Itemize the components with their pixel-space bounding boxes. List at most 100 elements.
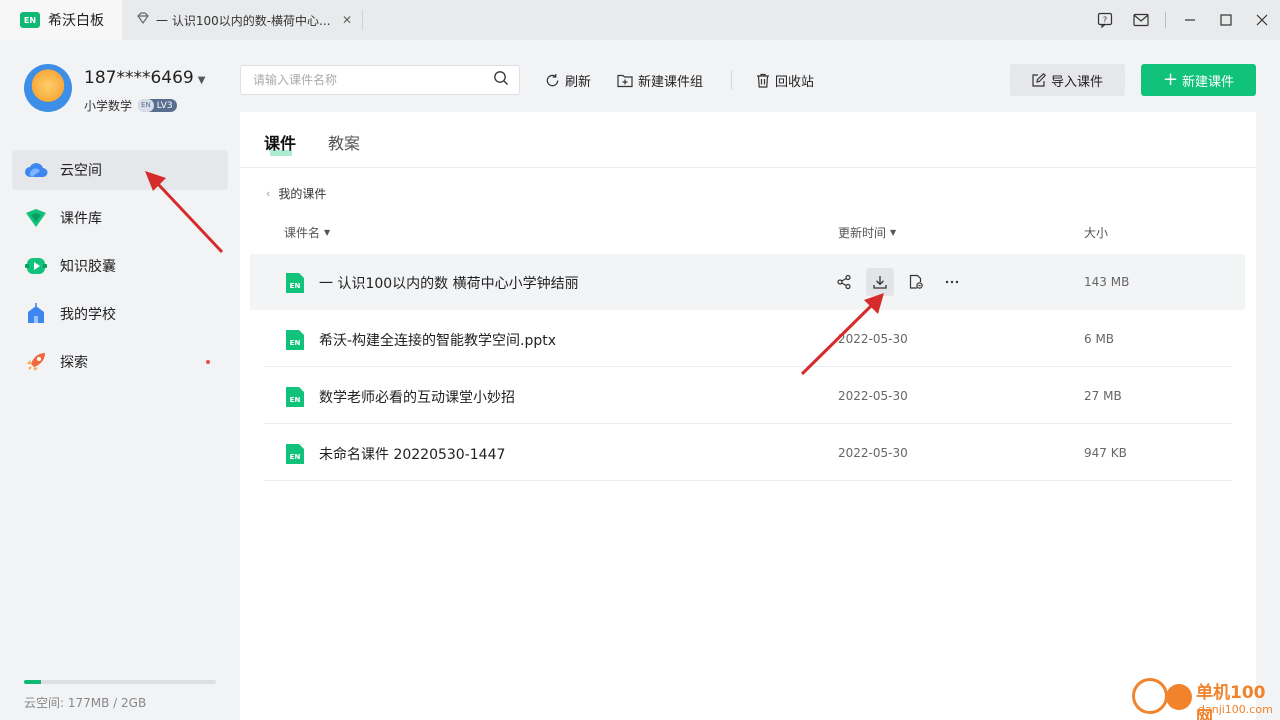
courseware-size: 947 KB xyxy=(1084,446,1127,460)
capsule-icon xyxy=(24,254,48,278)
document-tab-title: 一 认识100以内的数-横荷中心... xyxy=(156,13,331,28)
user-name-menu[interactable]: 187****6469 ▼ xyxy=(84,68,205,88)
sidebar-item-label: 知识胶囊 xyxy=(60,259,116,275)
courseware-panel: 课件 教案 ‹ 我的课件 课件名 ▼ 更新时间 ▼ 大小 EN 一 认识100以内的… xyxy=(240,112,1256,720)
sidebar-item-label: 探索 xyxy=(60,355,88,371)
sidebar: 187****6469 ▼ 小学数学 EN LV3 云空间 课件库 知识胶囊 我… xyxy=(0,40,240,720)
trash-icon xyxy=(756,73,770,88)
sidebar-item-explore[interactable]: 探索 xyxy=(12,342,228,382)
watermark-logo xyxy=(1132,678,1168,714)
more-icon[interactable] xyxy=(938,268,966,296)
toolbar-divider xyxy=(731,70,732,90)
copy-file-icon[interactable] xyxy=(902,268,930,296)
sidebar-item-courseware-library[interactable]: 课件库 xyxy=(12,198,228,238)
window-controls: ? xyxy=(1087,0,1280,40)
storage-bar xyxy=(24,680,216,684)
minimize-icon[interactable] xyxy=(1172,0,1208,40)
svg-text:EN: EN xyxy=(290,339,301,347)
mail-icon[interactable] xyxy=(1123,0,1159,40)
recycle-bin-label: 回收站 xyxy=(775,74,815,90)
column-header-name[interactable]: 课件名 ▼ xyxy=(284,224,330,241)
column-header-size: 大小 xyxy=(1084,226,1109,240)
courseware-file-icon: EN xyxy=(286,273,304,293)
edit-import-icon xyxy=(1032,73,1046,87)
sort-caret-icon: ▼ xyxy=(890,228,897,237)
search-box xyxy=(240,65,520,95)
courseware-file-icon: EN xyxy=(286,387,304,407)
courseware-date: 2022-05-30 xyxy=(838,446,908,460)
close-window-icon[interactable] xyxy=(1244,0,1280,40)
new-courseware-label: 新建课件 xyxy=(1182,74,1235,90)
help-icon[interactable]: ? xyxy=(1087,0,1123,40)
import-courseware-button[interactable]: 导入课件 xyxy=(1010,64,1125,96)
storage-usage: 云空间: 177MB / 2GB xyxy=(24,680,216,711)
download-icon[interactable] xyxy=(866,268,894,296)
new-group-label: 新建课件组 xyxy=(638,74,704,90)
app-tab[interactable]: EN 希沃白板 xyxy=(0,0,122,40)
svg-text:EN: EN xyxy=(290,453,301,461)
svg-text:EN: EN xyxy=(290,282,301,290)
search-icon[interactable] xyxy=(493,70,509,90)
sidebar-item-knowledge-capsule[interactable]: 知识胶囊 xyxy=(12,246,228,286)
new-courseware-button[interactable]: + 新建课件 xyxy=(1141,64,1256,96)
close-tab-icon[interactable]: ✕ xyxy=(342,13,352,27)
watermark-logo-dot xyxy=(1166,684,1192,710)
user-name: 187****6469 xyxy=(84,68,194,88)
search-input[interactable] xyxy=(253,73,493,87)
courseware-name[interactable]: 希沃-构建全连接的智能教学空间.pptx xyxy=(319,330,556,350)
user-subject: 小学数学 xyxy=(84,99,133,113)
user-subject-row: 小学数学 EN LV3 xyxy=(84,97,177,114)
table-row[interactable]: EN 希沃-构建全连接的智能教学空间.pptx 2022-05-30 6 MB xyxy=(264,311,1232,367)
maximize-icon[interactable] xyxy=(1208,0,1244,40)
svg-text:?: ? xyxy=(1103,16,1107,25)
refresh-icon xyxy=(545,73,560,88)
breadcrumb-label: 我的课件 xyxy=(278,187,327,201)
courseware-name[interactable]: 数学老师必看的互动课堂小妙招 xyxy=(319,387,515,407)
courseware-size: 6 MB xyxy=(1084,332,1115,346)
chevron-left-icon[interactable]: ‹ xyxy=(266,187,270,200)
sidebar-item-cloud-space[interactable]: 云空间 xyxy=(12,150,228,190)
courseware-file-icon: EN xyxy=(286,330,304,350)
plus-icon: + xyxy=(1162,69,1179,90)
column-header-updated[interactable]: 更新时间 ▼ xyxy=(838,224,896,241)
watermark-url: danji100.com xyxy=(1198,703,1273,716)
recycle-bin-button[interactable]: 回收站 xyxy=(756,68,814,92)
tab-lesson-plan[interactable]: 教案 xyxy=(328,130,360,154)
new-group-button[interactable]: 新建课件组 xyxy=(617,68,703,92)
courseware-name[interactable]: 未命名课件 20220530-1447 xyxy=(319,444,505,464)
app-name: 希沃白板 xyxy=(48,13,104,29)
sidebar-item-my-school[interactable]: 我的学校 xyxy=(12,294,228,334)
folder-plus-icon xyxy=(617,73,633,88)
sidebar-item-label: 我的学校 xyxy=(60,307,116,323)
diamond-icon xyxy=(136,11,150,29)
cloud-icon xyxy=(24,158,48,182)
share-icon[interactable] xyxy=(830,268,858,296)
courseware-date: 2022-05-30 xyxy=(838,332,908,346)
courseware-size: 27 MB xyxy=(1084,389,1122,403)
tabs-divider xyxy=(240,167,1256,168)
storage-bar-fill xyxy=(24,680,42,684)
avatar[interactable] xyxy=(24,64,72,112)
breadcrumb[interactable]: ‹ 我的课件 xyxy=(266,185,326,202)
table-row[interactable]: EN 未命名课件 20220530-1447 2022-05-30 947 KB xyxy=(264,425,1232,481)
window-controls-divider xyxy=(1165,12,1166,28)
row-actions xyxy=(830,268,974,296)
library-icon xyxy=(24,206,48,230)
import-courseware-label: 导入课件 xyxy=(1050,74,1103,90)
courseware-date: 2022-05-30 xyxy=(838,389,908,403)
document-tab[interactable]: 一 认识100以内的数-横荷中心... ✕ xyxy=(122,0,362,40)
courseware-name[interactable]: 一 认识100以内的数 横荷中心小学钟结丽 xyxy=(319,273,579,293)
table-row[interactable]: EN 一 认识100以内的数 横荷中心小学钟结丽 143 MB xyxy=(250,254,1245,310)
table-row[interactable]: EN 数学老师必看的互动课堂小妙招 2022-05-30 27 MB xyxy=(264,368,1232,424)
notification-dot xyxy=(206,360,210,364)
refresh-button[interactable]: 刷新 xyxy=(545,68,591,92)
sidebar-item-label: 云空间 xyxy=(60,163,102,179)
svg-text:EN: EN xyxy=(290,396,301,404)
caret-down-icon: ▼ xyxy=(197,75,206,86)
tab-courseware[interactable]: 课件 xyxy=(264,130,296,156)
courseware-size: 143 MB xyxy=(1084,275,1130,289)
site-watermark: 单机100网 danji100.com xyxy=(1130,676,1280,720)
level-badge: EN LV3 xyxy=(138,99,177,112)
sidebar-nav: 云空间 课件库 知识胶囊 我的学校 探索 xyxy=(12,150,228,390)
sort-caret-icon: ▼ xyxy=(324,228,331,237)
